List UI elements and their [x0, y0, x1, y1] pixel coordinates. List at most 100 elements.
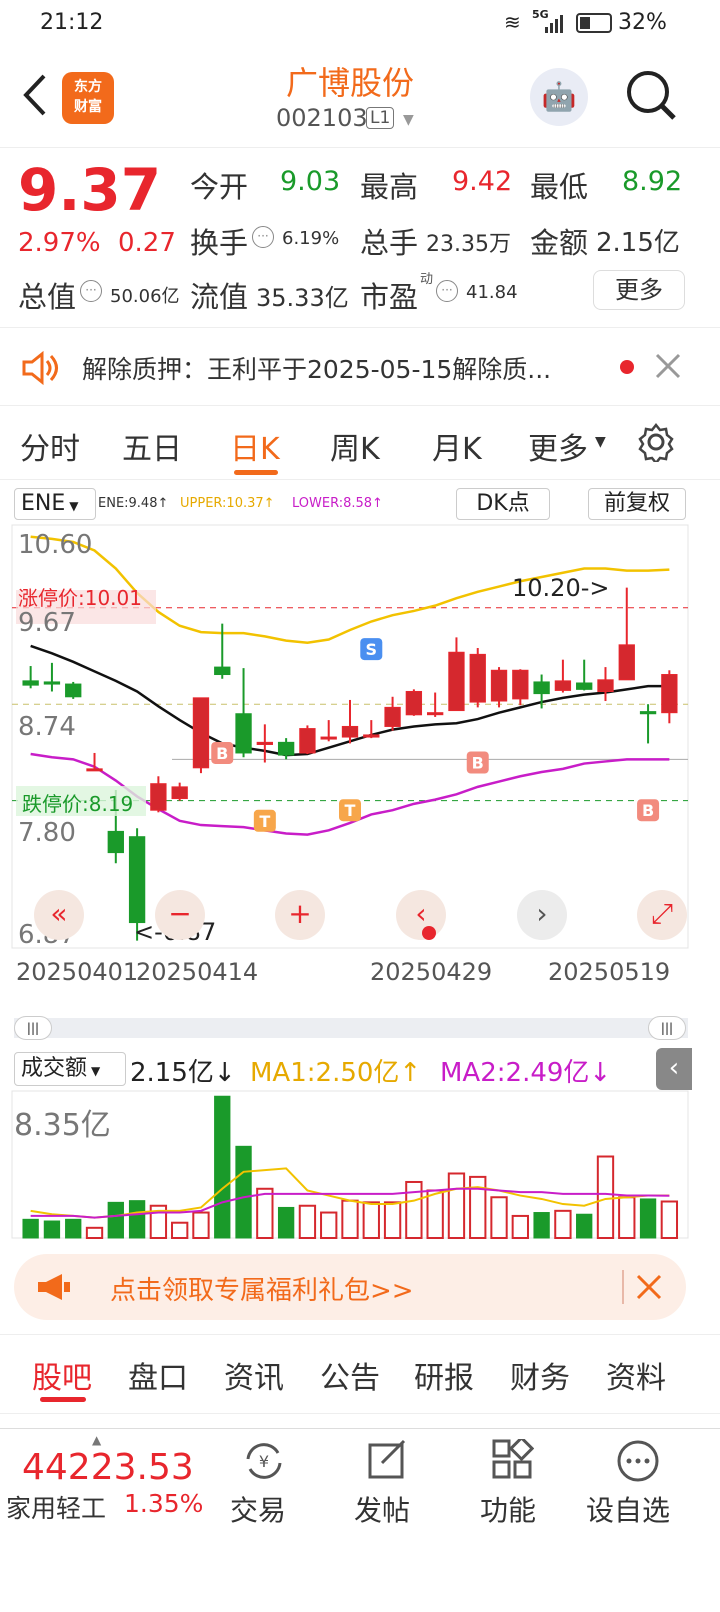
candle-body: [128, 836, 146, 924]
more-dots-icon[interactable]: [616, 1439, 660, 1483]
tab-daily-k[interactable]: 日K: [230, 424, 280, 468]
zoom-out-icon[interactable]: −: [155, 890, 205, 940]
marker-label: S: [366, 640, 378, 659]
info-icon[interactable]: ···: [436, 280, 458, 302]
volume-label: 总手: [360, 226, 419, 260]
tab-five-day[interactable]: 五日: [122, 424, 182, 468]
more-caret-icon: ▼: [595, 434, 606, 450]
candle-body: [639, 711, 657, 715]
yuan-exchange-icon[interactable]: ¥: [242, 1439, 286, 1483]
volume-select[interactable]: 成交额 ▼: [14, 1052, 126, 1086]
post-label[interactable]: 发帖: [354, 1489, 410, 1529]
candle-body: [405, 690, 423, 716]
fast-back-icon[interactable]: «: [34, 890, 84, 940]
tab-news[interactable]: 资讯: [224, 1353, 284, 1397]
next-icon[interactable]: ›: [517, 890, 567, 940]
turnover-label: 换手: [190, 226, 249, 260]
candle-body: [661, 674, 678, 714]
volume-bar: [596, 1155, 615, 1239]
tab-weekly-k[interactable]: 周K: [330, 424, 380, 468]
volume-bar: [65, 1218, 82, 1239]
volume-value: 23.35万: [426, 232, 511, 257]
notice-text[interactable]: 解除质押：王利平于2025-05-15解除质...: [82, 350, 551, 386]
grid-apps-icon[interactable]: [492, 1435, 535, 1481]
candle-body: [320, 736, 337, 740]
tab-pankou[interactable]: 盘口: [128, 1353, 188, 1397]
volume-bar: [533, 1212, 550, 1239]
candle-body: [426, 712, 444, 716]
tab-announcements[interactable]: 公告: [320, 1353, 380, 1397]
adjust-button[interactable]: 前复权: [588, 488, 686, 520]
close-icon[interactable]: [654, 352, 682, 380]
promo-banner[interactable]: 点击领取专属福利礼包>>: [14, 1254, 686, 1320]
close-icon[interactable]: [636, 1274, 662, 1300]
range-right-handle[interactable]: |||: [648, 1016, 686, 1040]
y-tick: 9.67: [18, 608, 76, 638]
marker-label: B: [472, 754, 484, 773]
wifi-icon: ≋: [504, 10, 521, 34]
edit-post-icon[interactable]: [368, 1439, 408, 1481]
quote-panel: 9.37 2.97% 0.27 今开 9.03 最高 9.42 最低 8.92 …: [0, 148, 720, 328]
more-button[interactable]: 更多: [593, 270, 685, 310]
info-icon[interactable]: ···: [252, 226, 274, 248]
volume-bar: [469, 1175, 487, 1239]
limit-up-label: 涨停价:10.01: [18, 586, 142, 610]
promo-divider: [622, 1270, 624, 1304]
mktcap-label: 总值: [18, 280, 77, 314]
status-bar: 21:12 ≋ 5G 32%: [0, 0, 720, 46]
volume-bar: [214, 1095, 231, 1239]
index-value[interactable]: 44223.53: [22, 1447, 194, 1488]
settings-gear-icon[interactable]: [636, 422, 676, 466]
candle-body: [256, 741, 274, 745]
candle-body: [490, 669, 508, 702]
indicator-select[interactable]: ENE ▼: [14, 488, 96, 520]
mktcap-value: 50.06亿: [110, 286, 180, 307]
amount-label: 金额: [530, 226, 589, 260]
stock-code: 002103: [276, 104, 368, 132]
tab-research[interactable]: 研报: [414, 1353, 474, 1397]
volume-bar: [554, 1209, 572, 1240]
high-label: 最高: [360, 170, 419, 204]
open-value: 9.03: [280, 166, 341, 197]
tab-profile[interactable]: 资料: [606, 1353, 666, 1397]
candle-body: [533, 681, 550, 695]
volume-bar: [277, 1206, 295, 1239]
trade-label[interactable]: 交易: [230, 1489, 286, 1529]
svg-text:¥: ¥: [259, 1452, 269, 1471]
tab-finance[interactable]: 财务: [510, 1353, 570, 1397]
candle-body: [192, 697, 210, 769]
dropdown-icon[interactable]: ▼: [403, 112, 414, 128]
collapse-panel-icon[interactable]: ‹: [656, 1048, 692, 1090]
function-label[interactable]: 功能: [480, 1489, 536, 1529]
current-price: 9.37: [18, 156, 162, 224]
indicator-header: ENE ▼ ENE:9.48↑ UPPER:10.37↑ LOWER:8.58↑ …: [0, 482, 720, 524]
dk-button[interactable]: DK点: [456, 488, 550, 520]
tab-guba[interactable]: 股吧: [32, 1353, 92, 1397]
candle-body: [235, 713, 252, 754]
prev-icon[interactable]: ‹: [396, 890, 446, 940]
search-icon[interactable]: [624, 68, 678, 122]
level-badge[interactable]: L1: [366, 107, 395, 129]
volume-bar: [341, 1199, 359, 1239]
expand-caret-icon[interactable]: ▲: [92, 1433, 101, 1447]
zoom-in-icon[interactable]: +: [275, 890, 325, 940]
volume-bar: [639, 1198, 657, 1239]
candle-body: [512, 669, 529, 700]
tab-intraday[interactable]: 分时: [20, 424, 80, 468]
volume-bar: [426, 1189, 444, 1240]
tab-more[interactable]: 更多: [528, 424, 588, 468]
promo-text[interactable]: 点击领取专属福利礼包>>: [110, 1270, 414, 1307]
fullscreen-icon[interactable]: ⤢: [637, 890, 687, 940]
assistant-robot-icon[interactable]: 🤖: [530, 68, 588, 126]
y-tick: 8.74: [18, 712, 76, 742]
notice-bar[interactable]: 解除质押：王利平于2025-05-15解除质...: [0, 328, 720, 406]
volume-bar: [660, 1200, 679, 1239]
volume-bar: [362, 1201, 380, 1239]
info-icon[interactable]: ···: [80, 280, 102, 302]
watchlist-label[interactable]: 设自选: [586, 1489, 670, 1529]
tab-monthly-k[interactable]: 月K: [432, 424, 482, 468]
volume-bar: [235, 1145, 252, 1239]
candle-body: [597, 679, 614, 692]
range-left-handle[interactable]: |||: [14, 1016, 52, 1040]
change-amount: 0.27: [118, 228, 176, 258]
